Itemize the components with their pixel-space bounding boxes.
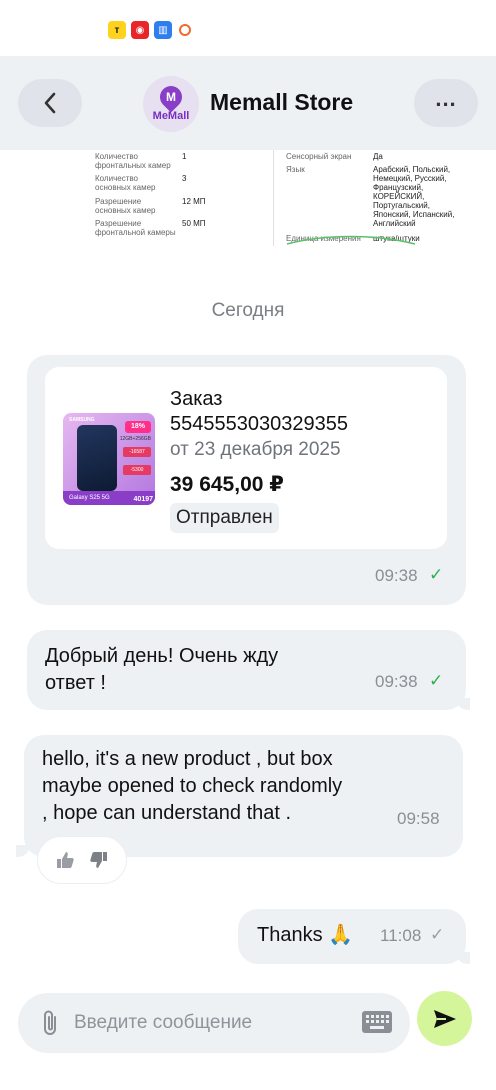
back-button[interactable]: [18, 79, 82, 127]
product-spec-snippet: Количество фронтальных камер 1 Количеств…: [0, 150, 496, 250]
ring-icon: [179, 24, 191, 36]
message-text-line: Добрый день! Очень жду: [45, 645, 279, 667]
status-bar: т ◉ ▥: [0, 0, 496, 56]
outgoing-message[interactable]: Thanks 🙏 11:08 ✓: [238, 909, 466, 964]
order-date: от 23 декабря 2025: [170, 439, 341, 460]
thumbs-down-icon[interactable]: [89, 850, 109, 870]
blue-app-icon: ▥: [154, 21, 172, 39]
spec-label: Сенсорный экран: [286, 152, 352, 161]
spec-label: Разрешение основных камер: [95, 197, 156, 215]
spec-label: Разрешение фронтальной камеры: [95, 219, 176, 237]
message-text: Thanks 🙏: [257, 924, 354, 946]
more-icon: ...: [435, 86, 457, 111]
red-app-icon: ◉: [131, 21, 149, 39]
date-separator: Сегодня: [211, 300, 285, 321]
reaction-buttons: [37, 836, 127, 884]
bubble-tail: [456, 698, 470, 710]
message-time: 11:08: [380, 926, 422, 945]
order-status-badge: Отправлен: [170, 503, 279, 533]
spec-value: Да: [373, 152, 383, 161]
spec-label: Количество фронтальных камер: [95, 152, 171, 170]
image-price: 40197: [133, 496, 153, 503]
outgoing-message[interactable]: Добрый день! Очень жду ответ ! 09:38 ✓: [27, 630, 466, 710]
spec-value: 50 МП: [182, 219, 206, 228]
spec-value: 1: [182, 152, 187, 161]
spec-value: Арабский, Польский, Немецкий, Русский, Ф…: [373, 165, 455, 228]
message-input[interactable]: Введите сообщение: [74, 1012, 252, 1034]
order-price: 39 645,00 ₽: [170, 473, 284, 496]
spec-decoration: [286, 235, 416, 245]
chat-header: M MeMall Memall Store ...: [0, 56, 496, 150]
message-time: 09:38: [375, 672, 418, 691]
notification-icons: т ◉ ▥: [108, 21, 191, 39]
bubble-tail: [456, 952, 470, 964]
order-title: Заказ 5545553030329355: [170, 388, 348, 435]
message-text-line: ответ !: [45, 672, 106, 694]
promo-badge: -5300: [123, 465, 151, 475]
phone-illustration: [77, 425, 117, 491]
spec-label: Количество основных камер: [95, 174, 156, 192]
thumbs-up-icon[interactable]: [55, 850, 75, 870]
store-name[interactable]: Memall Store: [210, 89, 353, 116]
spec-label: Язык: [286, 165, 305, 174]
order-message-bubble: SAMSUNG 18% 12GB+256GB -16587 -5300 Gala…: [27, 355, 466, 605]
message-text-line: , hope can understand that .: [42, 802, 292, 824]
paperclip-icon[interactable]: [40, 1008, 60, 1038]
store-avatar[interactable]: M MeMall: [143, 76, 199, 132]
memory-text: 12GB+256GB: [119, 436, 151, 442]
more-button[interactable]: ...: [414, 79, 478, 127]
message-time: 09:58: [397, 809, 440, 828]
spec-divider: [273, 150, 274, 246]
keyboard-icon[interactable]: [361, 1010, 393, 1034]
spec-value: 3: [182, 174, 187, 183]
discount-badge: 18%: [125, 421, 151, 433]
message-time: 09:38: [375, 566, 418, 585]
sent-check-icon: ✓: [430, 925, 445, 944]
read-check-icon: ✓: [429, 671, 444, 690]
product-image: SAMSUNG 18% 12GB+256GB -16587 -5300 Gala…: [63, 413, 155, 505]
message-text-line: hello, it's a new product , but box: [42, 748, 333, 770]
send-icon: [433, 1009, 456, 1028]
memall-logo-icon: M: [155, 81, 187, 113]
order-card[interactable]: SAMSUNG 18% 12GB+256GB -16587 -5300 Gala…: [45, 367, 447, 549]
send-button[interactable]: [417, 991, 472, 1046]
promo-badge: -16587: [123, 447, 151, 457]
message-input-bar: Введите сообщение: [18, 993, 410, 1053]
read-check-icon: ✓: [429, 565, 444, 584]
message-text-line: maybe opened to check randomly: [42, 775, 343, 797]
yandex-icon: т: [108, 21, 126, 39]
bubble-tail: [16, 845, 30, 857]
product-brand-text: SAMSUNG: [69, 417, 95, 423]
chevron-left-icon: [44, 92, 56, 114]
spec-value: 12 МП: [182, 197, 206, 206]
